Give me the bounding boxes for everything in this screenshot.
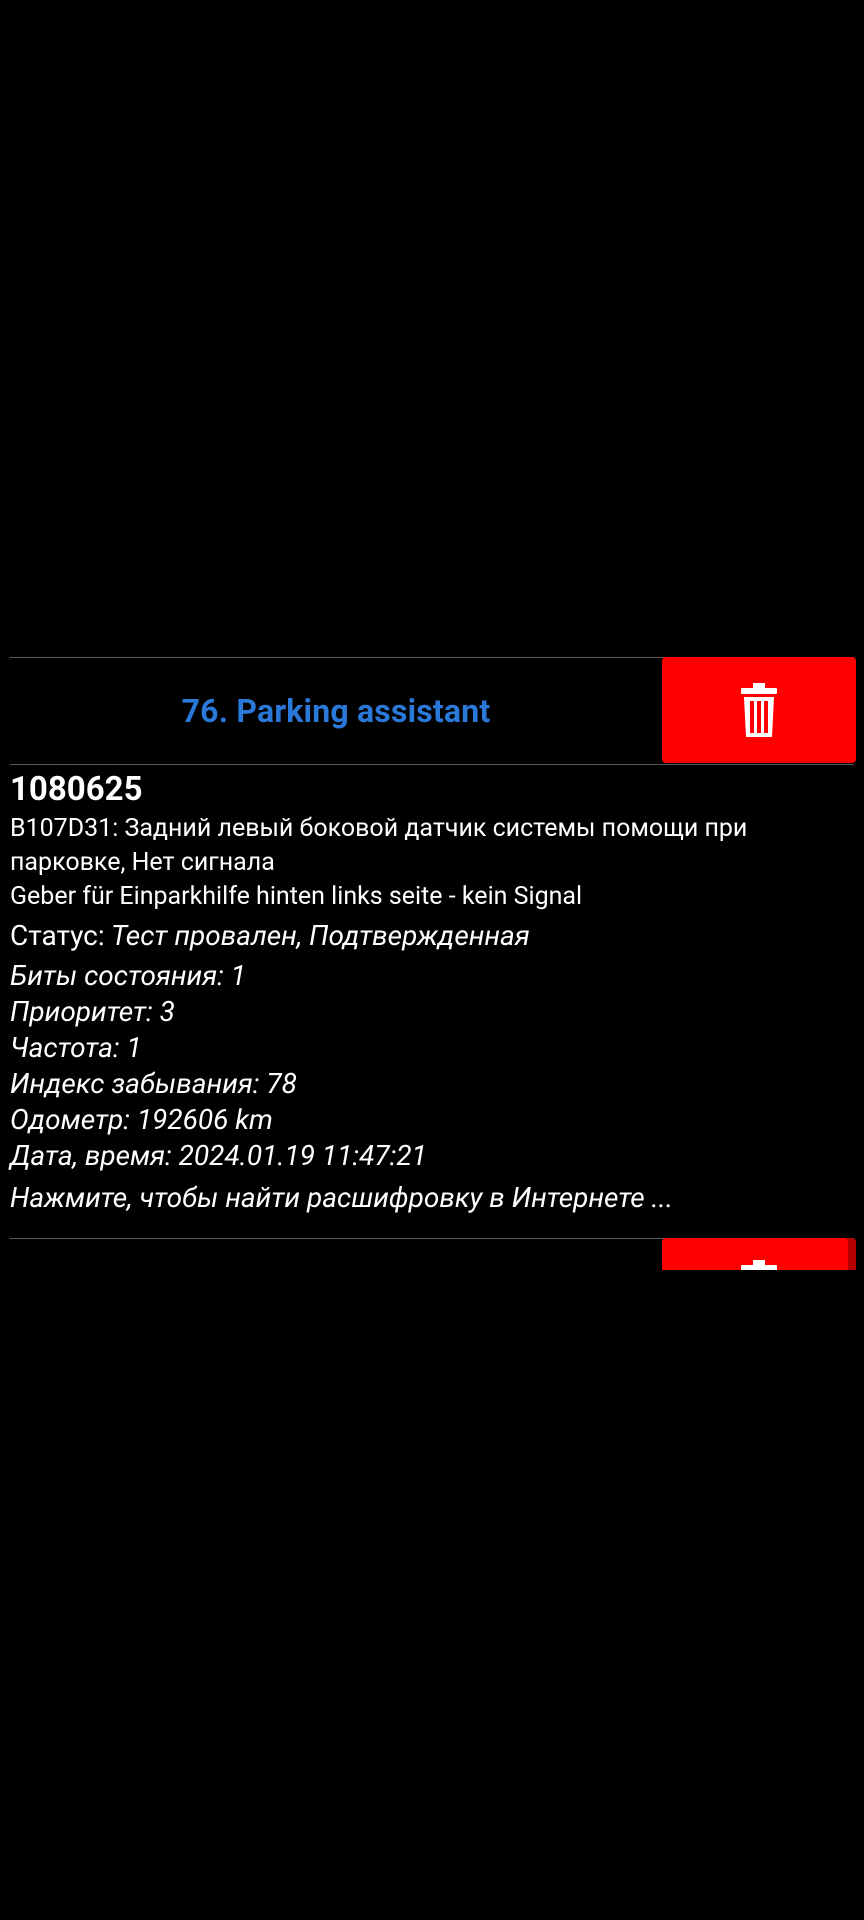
status-line: Статус: Тест провален, Подтвержденная	[10, 918, 854, 954]
error-description-ru: B107D31: Задний левый боковой датчик сис…	[10, 814, 748, 877]
trash-icon	[741, 1260, 777, 1270]
status-value: Тест провален, Подтвержденная	[110, 919, 530, 952]
odometer: Одометр: 192606 km	[10, 1103, 273, 1136]
module-card-header: 76. Parking assistant	[0, 657, 864, 765]
delete-button[interactable]	[662, 657, 856, 763]
datetime: Дата, время: 2024.01.19 11:47:21	[10, 1139, 427, 1172]
error-code: 1080625	[10, 770, 143, 809]
card-header-divider	[10, 764, 854, 765]
next-delete-button[interactable]	[662, 1238, 856, 1270]
module-title[interactable]: 76. Parking assistant	[10, 657, 662, 765]
status-label: Статус:	[10, 919, 105, 952]
trash-icon	[741, 683, 777, 737]
search-online-link[interactable]: Нажмите, чтобы найти расшифровку в Интер…	[10, 1180, 854, 1216]
error-description-de: Geber für Einparkhilfe hinten links seit…	[10, 882, 583, 911]
status-bits: Биты состояния: 1	[10, 959, 246, 992]
frequency: Частота: 1	[10, 1031, 142, 1064]
forget-index: Индекс забывания: 78	[10, 1067, 297, 1100]
priority: Приоритет: 3	[10, 995, 175, 1028]
error-details[interactable]: 1080625 B107D31: Задний левый боковой да…	[10, 768, 854, 1216]
